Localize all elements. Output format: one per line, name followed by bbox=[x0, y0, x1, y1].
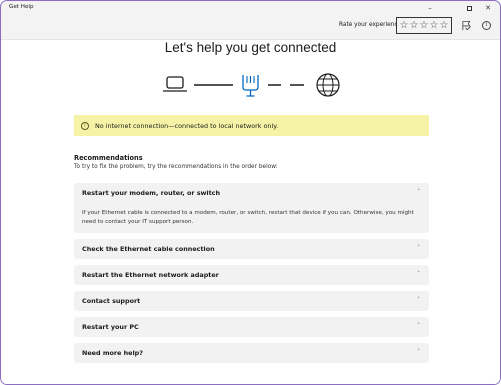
star-4-icon[interactable]: ☆ bbox=[430, 20, 439, 31]
title-bar: Get Help – ✕ bbox=[1, 1, 500, 15]
maximize-icon bbox=[466, 5, 472, 11]
recommendation-restart-modem[interactable]: Restart your modem, router, or switch ˄ … bbox=[74, 183, 429, 233]
chevron-down-icon[interactable]: ˅ bbox=[417, 323, 420, 329]
star-2-icon[interactable]: ☆ bbox=[410, 20, 419, 31]
ethernet-port-icon bbox=[242, 75, 259, 97]
globe-icon bbox=[316, 73, 340, 97]
rating-stars[interactable]: ☆ ☆ ☆ ☆ ☆ bbox=[396, 17, 452, 34]
recommendation-contact-support[interactable]: Contact support ˅ bbox=[74, 291, 429, 311]
info-icon[interactable]: i bbox=[482, 21, 491, 30]
star-1-icon[interactable]: ☆ bbox=[400, 20, 409, 31]
connection-diagram bbox=[163, 73, 340, 97]
recommendation-restart-adapter[interactable]: Restart the Ethernet network adapter ˅ bbox=[74, 265, 429, 285]
warning-info-icon: i bbox=[81, 121, 89, 130]
rate-experience-label: Rate your experience bbox=[339, 22, 402, 28]
recommendation-need-more-help[interactable]: Need more help? ˅ bbox=[74, 343, 429, 363]
warning-banner: i No internet connection—connected to lo… bbox=[74, 115, 429, 136]
recommendations-heading: Recommendations bbox=[74, 154, 143, 162]
recommendation-label: Restart your PC bbox=[82, 323, 139, 331]
app-title: Get Help bbox=[9, 4, 34, 10]
chevron-down-icon[interactable]: ˅ bbox=[417, 271, 420, 277]
laptop-icon bbox=[163, 76, 187, 92]
star-5-icon[interactable]: ☆ bbox=[440, 20, 449, 31]
recommendations-subtitle: To try to fix the problem, try the recom… bbox=[74, 164, 278, 170]
recommendation-check-cable[interactable]: Check the Ethernet cable connection ˅ bbox=[74, 239, 429, 259]
recommendation-label: Need more help? bbox=[82, 349, 143, 357]
recommendation-label: Restart the Ethernet network adapter bbox=[82, 271, 219, 279]
minimize-button[interactable]: – bbox=[419, 2, 441, 14]
chevron-down-icon[interactable]: ˅ bbox=[417, 245, 420, 251]
warning-text: No internet connection—connected to loca… bbox=[95, 121, 279, 130]
page-title: Let's help you get connected bbox=[164, 40, 337, 55]
recommendation-label: Contact support bbox=[82, 297, 141, 305]
chevron-down-icon[interactable]: ˅ bbox=[417, 349, 420, 355]
chevron-down-icon[interactable]: ˅ bbox=[417, 297, 420, 303]
recommendation-restart-pc[interactable]: Restart your PC ˅ bbox=[74, 317, 429, 337]
chevron-up-icon[interactable]: ˄ bbox=[417, 189, 420, 195]
app-window: Get Help – ✕ Rate your experience ☆ ☆ ☆ … bbox=[0, 0, 501, 385]
star-3-icon[interactable]: ☆ bbox=[420, 20, 429, 31]
recommendation-label: Check the Ethernet cable connection bbox=[82, 245, 215, 253]
recommendation-body: If your Ethernet cable is connected to a… bbox=[82, 210, 414, 225]
feedback-flag-icon[interactable] bbox=[461, 20, 472, 31]
main-content: Let's help you get connected i No intern… bbox=[1, 39, 500, 384]
recommendation-label: Restart your modem, router, or switch bbox=[82, 189, 221, 197]
close-button[interactable]: ✕ bbox=[477, 2, 499, 14]
